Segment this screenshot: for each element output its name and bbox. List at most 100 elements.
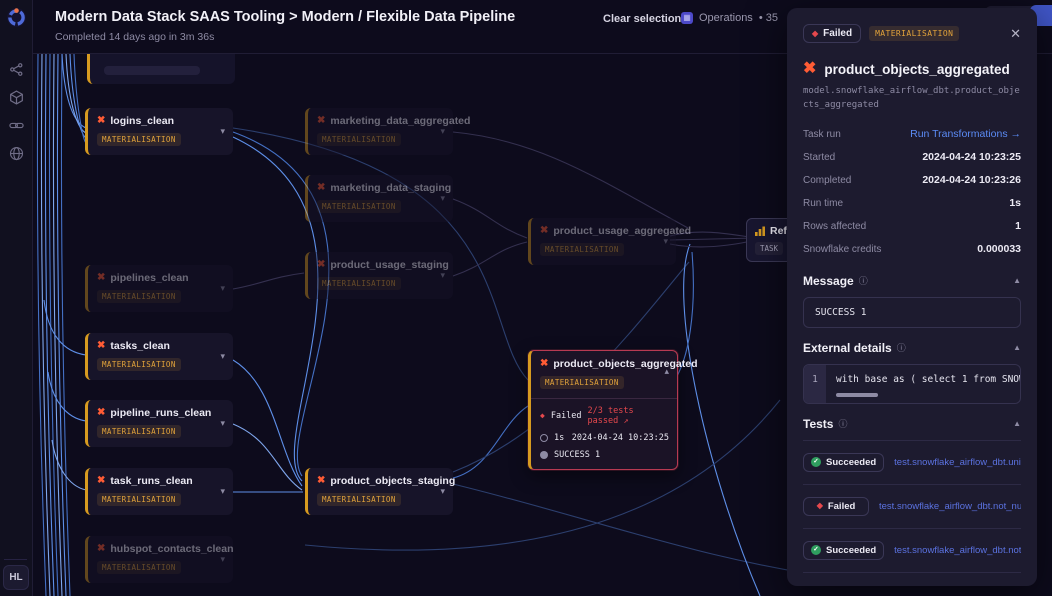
node-title: tasks_clean — [110, 340, 225, 352]
operations-counter[interactable]: ▦ Operations • 35 — [681, 12, 778, 24]
run-details: Task runRun Transformations → Started202… — [803, 123, 1021, 261]
horizontal-scrollbar[interactable] — [836, 393, 878, 397]
task-run-link[interactable]: Run Transformations → — [910, 128, 1021, 140]
user-avatar[interactable]: HL — [3, 565, 29, 590]
pipeline-graph-icon[interactable] — [9, 62, 24, 77]
external-details-section-header: External details ⓘ ▲ — [803, 341, 1021, 355]
info-icon: ⓘ — [859, 274, 868, 287]
operations-count: • 35 — [759, 12, 778, 24]
dag-node-product-usage-staging[interactable]: ✖product_usage_staging ▾ MATERIALISATION — [305, 252, 453, 299]
node-divider — [531, 398, 677, 399]
detail-row: Run time1s — [803, 192, 1021, 215]
chevron-down-icon[interactable]: ▾ — [440, 194, 445, 203]
test-row: ◆Failed test.snowflake_airflow_dbt.not_n… — [803, 485, 1021, 529]
dbt-icon: ✖ — [97, 341, 105, 351]
integrations-cube-icon[interactable] — [9, 90, 24, 105]
dbt-icon: ✖ — [97, 273, 105, 283]
chevron-down-icon[interactable]: ▾ — [440, 271, 445, 280]
chevron-down-icon[interactable]: ▾ — [440, 487, 445, 496]
test-link[interactable]: test.snowflake_airflow_dbt.unique_pro — [894, 457, 1021, 468]
node-message: SUCCESS 1 — [554, 450, 600, 460]
dbt-icon: ✖ — [97, 476, 105, 486]
close-icon[interactable]: ✕ — [1010, 27, 1021, 40]
node-type-badge: MATERIALISATION — [317, 493, 401, 506]
test-status-badge: ✓Succeeded — [803, 453, 884, 472]
dbt-icon: ✖ — [317, 476, 325, 486]
dag-node-hubspot-contacts-clean[interactable]: ✖hubspot_contacts_clean ▾ MATERIALISATIO… — [85, 536, 233, 583]
message-section-header: Message ⓘ ▲ — [803, 274, 1021, 288]
dag-node-product-objects-staging[interactable]: ✖product_objects_staging ▾ MATERIALISATI… — [305, 468, 453, 515]
run-summary: Completed 14 days ago in 3m 36s — [55, 31, 214, 43]
chevron-up-icon[interactable]: ▴ — [664, 367, 669, 376]
node-title: task_runs_clean — [110, 475, 225, 487]
operations-icon: ▦ — [681, 12, 693, 24]
chevron-down-icon[interactable]: ▾ — [220, 555, 225, 564]
test-status-badge: ◆Failed — [803, 497, 869, 516]
chevron-down-icon[interactable]: ▾ — [220, 352, 225, 361]
node-type-badge: MATERIALISATION — [97, 425, 181, 438]
dag-node-pipelines-clean[interactable]: ✖pipelines_clean ▾ MATERIALISATION — [85, 265, 233, 312]
node-type-badge: MATERIALISATION — [317, 133, 401, 146]
chevron-down-icon[interactable]: ▾ — [663, 237, 668, 246]
collapse-icon[interactable]: ▲ — [1013, 276, 1021, 285]
chevron-down-icon[interactable]: ▾ — [220, 487, 225, 496]
node-title: product_usage_aggregated — [553, 225, 691, 237]
dag-node-marketing-data-aggregated[interactable]: ✖marketing_data_aggregated ▾ MATERIALISA… — [305, 108, 453, 155]
connections-link-icon[interactable] — [9, 118, 24, 133]
dbt-icon: ✖ — [317, 260, 325, 270]
code-line: with base as ( select 1 from SNOWFLAKE — [836, 374, 1020, 385]
sql-code-block: 1 with base as ( select 1 from SNOWFLAKE — [803, 364, 1021, 404]
dag-node-product-objects-aggregated-selected[interactable]: ✖product_objects_aggregated ▴ MATERIALIS… — [528, 350, 678, 470]
environments-globe-icon[interactable] — [9, 146, 24, 161]
node-runtime: 1s — [554, 433, 564, 443]
dag-node-marketing-data-staging[interactable]: ✖ marketing_data_staging ▾ MATERIALISATIO… — [305, 175, 453, 222]
node-type-badge: MATERIALISATION — [97, 358, 181, 371]
node-type-badge: MATERIALISATION — [540, 243, 624, 256]
dag-node-pipeline-runs-clean[interactable]: ✖pipeline_runs_clean ▾ MATERIALISATION — [85, 400, 233, 447]
node-title: product_objects_aggregated — [553, 358, 697, 370]
chevron-down-icon[interactable]: ▾ — [220, 127, 225, 136]
node-title: marketing_data_aggregated — [330, 115, 470, 127]
app-logo-icon[interactable] — [6, 7, 27, 28]
tests-summary-link[interactable]: 2/3 tests passed ↗ — [588, 406, 669, 426]
dag-node-task-runs-clean[interactable]: ✖ task_runs_clean ▾ MATERIALISATION — [85, 468, 233, 515]
node-title: pipelines_clean — [110, 272, 225, 284]
check-circle-icon: ✓ — [811, 457, 821, 467]
dbt-icon: ✖ — [97, 116, 105, 126]
status-badge: ◆Failed — [803, 24, 861, 43]
node-type-badge: MATERIALISATION — [97, 133, 181, 146]
dag-node-product-usage-aggregated[interactable]: ✖product_usage_aggregated ▾ MATERIALISAT… — [528, 218, 676, 265]
node-type-badge: TASK — [755, 242, 783, 255]
detail-row: Snowflake credits0.000033 — [803, 238, 1021, 261]
test-link[interactable]: test.snowflake_airflow_dbt.not_null_pr — [879, 501, 1021, 512]
node-type-badge: MATERIALISATION — [97, 493, 181, 506]
node-type-badge: MATERIALISATION — [317, 200, 401, 213]
dbt-icon: ✖ — [540, 226, 548, 236]
dbt-icon: ✖ — [317, 183, 325, 193]
collapse-icon[interactable]: ▲ — [1013, 343, 1021, 352]
chevron-down-icon[interactable]: ▾ — [220, 419, 225, 428]
node-title: pipeline_runs_clean — [110, 407, 225, 419]
node-title: marketing_data_staging — [330, 182, 451, 194]
node-title: logins_clean — [110, 115, 225, 127]
detail-row: Task runRun Transformations → — [803, 123, 1021, 146]
dag-node-logins-clean[interactable]: ✖ logins_clean ▾ MATERIALISATION — [85, 108, 233, 155]
node-title: product_usage_staging — [330, 259, 448, 271]
node-type-badge: MATERIALISATION — [540, 376, 624, 389]
chevron-down-icon[interactable]: ▾ — [220, 284, 225, 293]
failed-diamond-icon: ◆ — [812, 30, 818, 38]
breadcrumb: Modern Data Stack SAAS Tooling > Modern … — [55, 9, 515, 25]
dag-node-tasks-clean[interactable]: ✖ tasks_clean ▾ MATERIALISATION — [85, 333, 233, 380]
line-number: 1 — [804, 365, 826, 403]
operations-label: Operations — [699, 12, 753, 24]
detail-row: Rows affected1 — [803, 215, 1021, 238]
node-status-label: Failed — [551, 411, 582, 421]
dbt-icon: ✖ — [97, 544, 105, 554]
details-panel: ◆Failed MATERIALISATION ✕ ✖ product_obje… — [787, 8, 1037, 586]
node-placeholder-bar — [104, 66, 200, 75]
clear-selection-button[interactable]: Clear selection — [603, 13, 681, 25]
collapse-icon[interactable]: ▲ — [1013, 419, 1021, 428]
tests-section-header: Tests ⓘ ▲ — [803, 417, 1021, 431]
chevron-down-icon[interactable]: ▾ — [440, 127, 445, 136]
test-link[interactable]: test.snowflake_airflow_dbt.not_null_pr — [894, 545, 1021, 556]
